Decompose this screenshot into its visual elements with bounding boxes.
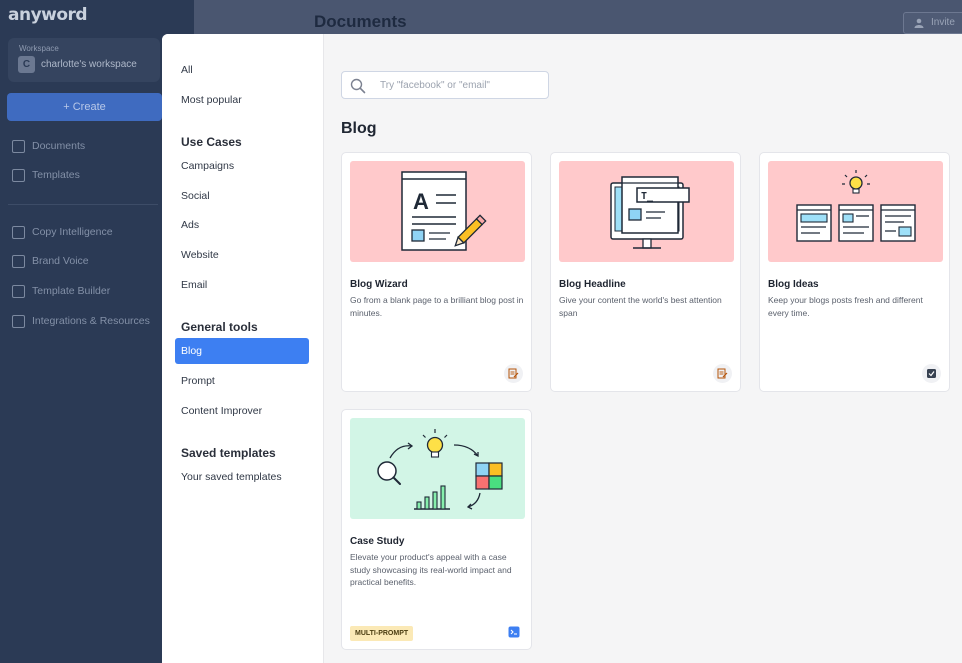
svg-text:T_: T_ <box>641 191 654 202</box>
template-card-blog-ideas[interactable]: Blog Ideas Keep your blogs posts fresh a… <box>759 152 950 392</box>
multi-prompt-badge: MULTI-PROMPT <box>350 626 414 641</box>
sidebar-item-templates[interactable]: Templates <box>12 167 80 183</box>
saved-templates-heading: Saved templates <box>181 446 276 460</box>
search-input[interactable] <box>380 77 540 93</box>
create-button[interactable]: + Create <box>7 93 162 121</box>
sidebar-item-copy-intelligence[interactable]: Copy Intelligence <box>12 224 113 240</box>
template-picker-modal: All Most popular Use Cases Campaigns Soc… <box>162 34 962 663</box>
person-icon <box>914 18 924 28</box>
prompt-icon <box>504 622 523 641</box>
template-card-case-study[interactable]: Case Study Elevate your product's appeal… <box>341 409 532 650</box>
sidebar-item-template-builder[interactable]: Template Builder <box>12 283 110 299</box>
category-nav: All Most popular Use Cases Campaigns Soc… <box>162 34 324 663</box>
card-description: Give your content the world's best atten… <box>559 295 722 318</box>
nav-item-email[interactable]: Email <box>175 272 309 298</box>
nav-item-website[interactable]: Website <box>175 242 309 268</box>
sidebar-item-documents[interactable]: Documents <box>12 138 85 154</box>
nav-item-ads[interactable]: Ads <box>175 212 309 238</box>
nav-item-all[interactable]: All <box>175 57 309 83</box>
section-title: Blog <box>341 120 377 137</box>
blog-headline-illustration: T_ <box>559 161 734 262</box>
app-header <box>194 0 962 36</box>
nav-item-saved-templates[interactable]: Your saved templates <box>175 464 309 490</box>
template-card-blog-wizard[interactable]: A Blog Wizard Go from a blank page to a … <box>341 152 532 392</box>
template-card-blog-headline[interactable]: T_ Blog Headline Give your content the w… <box>550 152 741 392</box>
card-description: Elevate your product's appeal with a cas… <box>350 552 512 587</box>
page-title: Documents <box>314 12 407 31</box>
card-description: Keep your blogs posts fresh and differen… <box>768 295 923 318</box>
workspace-switcher[interactable]: Workspace C charlotte's workspace <box>8 38 160 82</box>
card-title: Case Study <box>350 536 405 547</box>
megaphone-icon <box>12 254 25 268</box>
nav-item-campaigns[interactable]: Campaigns <box>175 153 309 179</box>
search-icon <box>350 78 366 94</box>
case-study-illustration <box>350 418 525 519</box>
nav-item-most-popular[interactable]: Most popular <box>175 87 309 113</box>
general-tools-heading: General tools <box>181 320 258 334</box>
invite-button[interactable]: Invite <box>903 12 962 34</box>
edit-doc-icon <box>504 364 523 383</box>
workspace-label: Workspace <box>19 44 59 53</box>
blog-wizard-illustration: A <box>350 161 525 262</box>
grid-icon <box>12 314 25 328</box>
blog-ideas-illustration <box>768 161 943 262</box>
builder-icon <box>12 284 25 298</box>
template-search[interactable] <box>341 71 549 99</box>
workspace-name: charlotte's workspace <box>41 59 137 70</box>
nav-item-content-improver[interactable]: Content Improver <box>175 398 309 424</box>
templates-icon <box>12 168 25 182</box>
card-title: Blog Wizard <box>350 279 408 290</box>
documents-icon <box>12 139 25 153</box>
sidebar-item-label: Template Builder <box>32 285 111 297</box>
sidebar-item-integrations[interactable]: Integrations & Resources <box>12 313 150 329</box>
sidebar-item-label: Templates <box>32 169 80 181</box>
invite-label: Invite <box>931 17 955 28</box>
card-title: Blog Headline <box>559 279 626 290</box>
card-description: Go from a blank page to a brilliant blog… <box>350 295 524 318</box>
workspace-avatar: C <box>18 56 35 73</box>
edit-doc-icon <box>713 364 732 383</box>
sidebar-item-label: Integrations & Resources <box>32 315 150 327</box>
nav-item-social[interactable]: Social <box>175 183 309 209</box>
anyword-logo: anyword <box>8 5 88 25</box>
sidebar-item-label: Documents <box>32 140 86 152</box>
analytics-icon <box>12 225 25 239</box>
sidebar-item-brand-voice[interactable]: Brand Voice <box>12 253 89 269</box>
nav-item-blog[interactable]: Blog <box>175 338 309 364</box>
nav-item-prompt[interactable]: Prompt <box>175 368 309 394</box>
sidebar-item-label: Copy Intelligence <box>32 226 113 238</box>
use-cases-heading: Use Cases <box>181 135 242 149</box>
card-title: Blog Ideas <box>768 279 819 290</box>
sidebar-item-label: Brand Voice <box>32 255 89 267</box>
checklist-icon <box>922 364 941 383</box>
svg-text:A: A <box>413 189 429 214</box>
sidebar-divider <box>8 204 158 205</box>
